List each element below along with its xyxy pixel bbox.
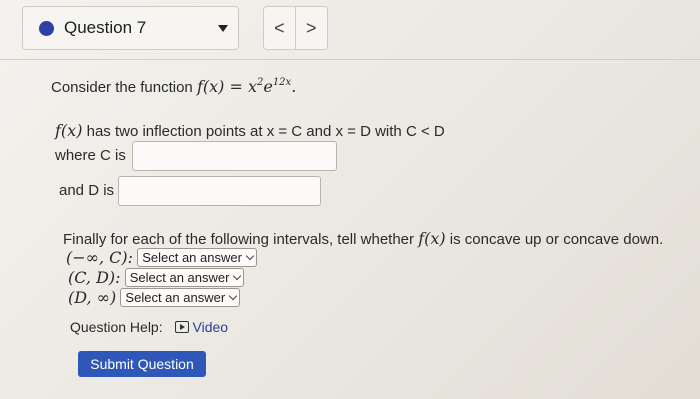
finally-text: Finally for each of the following interv… — [63, 231, 415, 248]
function-statement: Consider the function f(x) = x2e12x. — [51, 77, 296, 96]
c-answer-input[interactable] — [132, 141, 337, 171]
exponent-12x: 12x — [272, 77, 292, 88]
intro-text: Consider the function — [51, 79, 193, 96]
concavity-instruction: Finally for each of the following interv… — [63, 229, 663, 248]
fx-symbol: f(x) — [55, 121, 83, 140]
function-e: e — [263, 77, 273, 96]
video-label: Video — [192, 319, 229, 335]
chevron-down-icon — [245, 251, 255, 261]
help-label: Question Help: — [70, 319, 163, 335]
divider — [0, 59, 700, 60]
function-expression: f(x) = x2e12x. — [196, 77, 297, 96]
d-answer-input[interactable] — [118, 176, 321, 206]
interval-row-3: (D, ∞) Select an answer — [68, 288, 241, 307]
caret-down-icon — [218, 25, 229, 32]
interval-label: (−∞, C): — [66, 248, 134, 267]
concavity-select-2[interactable]: Select an answer — [124, 268, 245, 287]
finally-tail: is concave up or concave down. — [449, 231, 664, 248]
fx-symbol-2: f(x) — [418, 229, 446, 248]
interval-row-2: (C, D): Select an answer — [68, 268, 245, 287]
chevron-down-icon — [228, 291, 238, 301]
select-value: Select an answer — [129, 270, 230, 285]
previous-question-button[interactable]: < — [263, 6, 296, 50]
concavity-select-1[interactable]: Select an answer — [137, 248, 257, 267]
select-value: Select an answer — [125, 290, 226, 305]
function-lhs: f(x) = x — [196, 77, 257, 96]
select-value: Select an answer — [142, 250, 242, 265]
interval-row-1: (−∞, C): Select an answer — [66, 248, 257, 267]
and-d-label: and D is — [59, 182, 115, 199]
chevron-right-icon: > — [306, 17, 317, 38]
chevron-left-icon: < — [274, 17, 285, 38]
status-dot-icon — [39, 21, 54, 36]
question-select[interactable]: Question 7 — [22, 6, 240, 50]
interval-label: (C, D): — [68, 268, 121, 287]
concavity-select-3[interactable]: Select an answer — [120, 288, 241, 307]
where-c-label: where C is — [55, 147, 126, 164]
next-question-button[interactable]: > — [295, 6, 328, 50]
question-label: Question 7 — [64, 18, 147, 37]
video-link[interactable]: Video — [174, 319, 229, 335]
question-help: Question Help: Video — [70, 319, 228, 335]
video-icon — [174, 321, 189, 333]
submit-question-button[interactable]: Submit Question — [78, 351, 206, 377]
inflection-text: has two inflection points at x = C and x… — [86, 123, 445, 140]
question-nav: Question 7 < > — [22, 6, 328, 50]
chevron-down-icon — [233, 271, 242, 281]
interval-label: (D, ∞) — [68, 288, 117, 307]
inflection-statement: f(x) has two inflection points at x = C … — [55, 121, 445, 140]
